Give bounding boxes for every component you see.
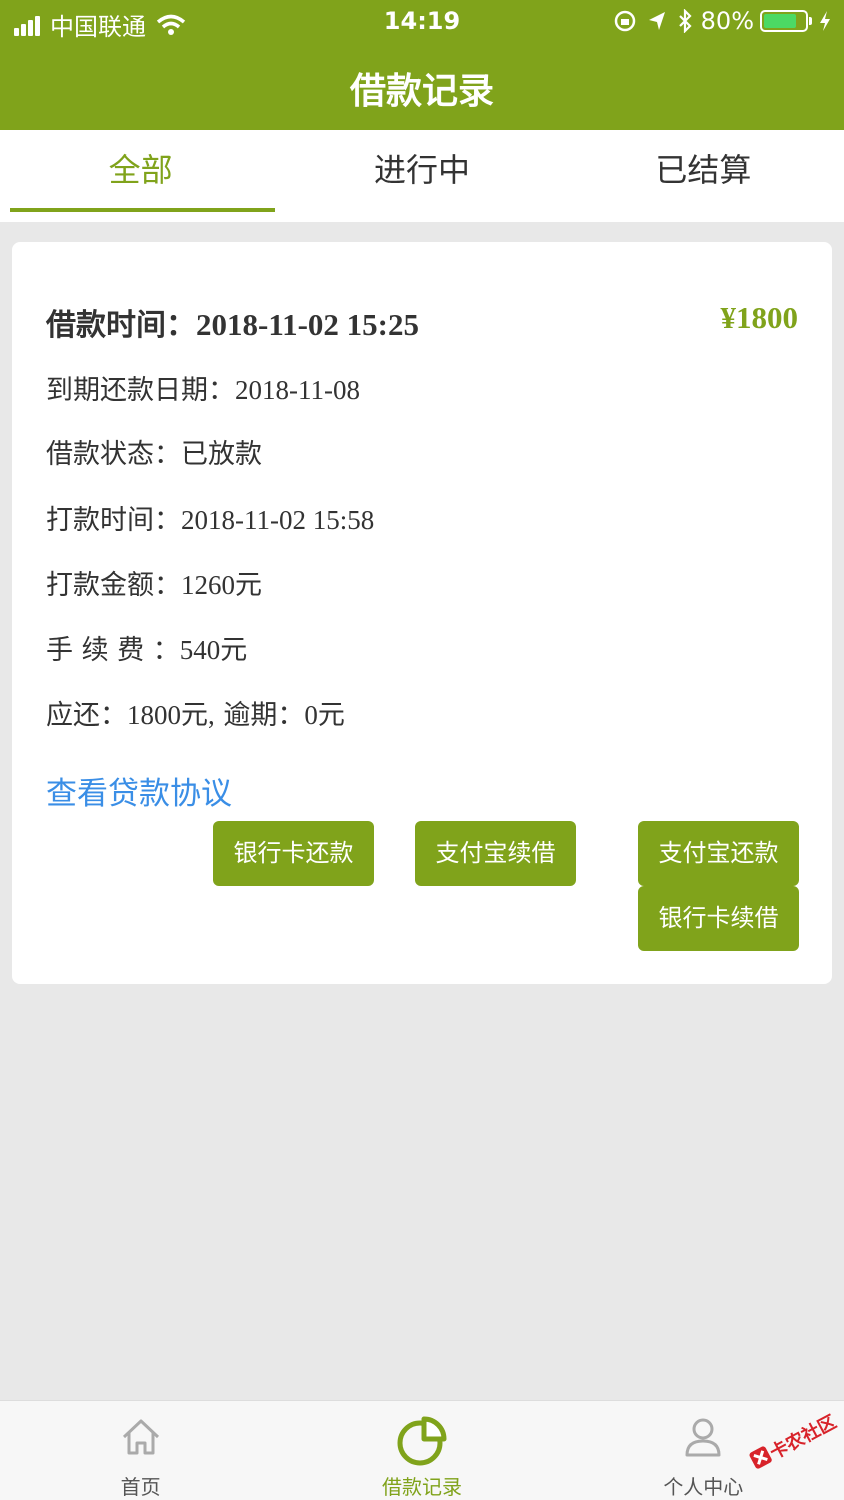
due-date-row: 到期还款日期：2018-11-08 <box>46 368 360 407</box>
filter-tabs: 全部 进行中 已结算 <box>0 130 844 222</box>
loan-status-label: 借款状态： <box>46 439 181 470</box>
borrow-time-label: 借款时间： <box>46 308 196 343</box>
home-icon <box>122 1419 159 1455</box>
fee-label: 手 续 费 ： <box>46 635 180 666</box>
tabbar-item-loan-records[interactable]: 借款记录 <box>281 1401 562 1500</box>
alipay-repay-button[interactable]: 支付宝还款 <box>638 821 799 886</box>
battery-icon <box>760 10 812 32</box>
tabbar-label-home: 首页 <box>120 1475 161 1499</box>
loan-status-value: 已放款 <box>181 439 262 470</box>
payout-amount-label: 打款金额： <box>46 570 181 601</box>
due-date-value: 2018-11-08 <box>235 375 360 405</box>
payout-amount-value: 1260元 <box>181 570 262 600</box>
overdue-label: 逾期： <box>223 700 305 731</box>
payout-amount-row: 打款金额：1260元 <box>46 563 262 602</box>
fee-row: 手 续 费 ：540元 <box>46 628 247 667</box>
due-amount-value: 1800元, <box>127 700 215 730</box>
repayment-row: 应还：1800元, 逾期：0元 <box>46 693 345 732</box>
battery-percent: 80% <box>700 7 754 35</box>
loan-amount: ¥1800 <box>720 300 799 335</box>
payout-time-row: 打款时间：2018-11-02 15:58 <box>46 498 374 537</box>
tab-in-progress[interactable]: 进行中 <box>281 130 562 222</box>
tabbar-label-loan-records: 借款记录 <box>381 1475 462 1499</box>
charging-icon <box>820 11 830 31</box>
bank-card-renew-button[interactable]: 银行卡续借 <box>638 886 799 951</box>
tab-settled[interactable]: 已结算 <box>563 130 844 222</box>
due-amount-label: 应还： <box>46 700 127 731</box>
watermark-text: 卡农社区 <box>766 1411 840 1464</box>
bluetooth-icon <box>678 9 692 33</box>
status-bar: 中国联通 14:19 80% <box>0 0 844 44</box>
payout-time-value: 2018-11-02 15:58 <box>181 505 375 535</box>
borrow-time-value: 2018-11-02 15:25 <box>196 307 420 342</box>
pie-chart-icon <box>397 1416 447 1466</box>
payout-time-label: 打款时间： <box>46 505 181 536</box>
overdue-value: 0元 <box>304 700 345 730</box>
tabbar-item-home[interactable]: 首页 <box>0 1401 281 1500</box>
view-agreement-link[interactable]: 查看贷款协议 <box>46 768 232 813</box>
tab-all[interactable]: 全部 <box>0 130 281 222</box>
watermark-logo: 卡农社区 <box>749 1411 840 1469</box>
bottom-tab-bar: 首页 借款记录 个人中心 <box>0 1400 844 1500</box>
alipay-renew-button[interactable]: 支付宝续借 <box>415 821 576 886</box>
rotation-lock-icon <box>614 10 635 32</box>
app-header: 中国联通 14:19 80% 借款记录 <box>0 0 844 130</box>
location-icon <box>648 12 665 30</box>
user-icon <box>685 1418 721 1457</box>
loan-record-card: 借款时间：2018-11-02 15:25 ¥1800 到期还款日期：2018-… <box>12 242 832 984</box>
page-title: 借款记录 <box>349 71 494 112</box>
due-date-label: 到期还款日期： <box>46 375 235 406</box>
fee-value: 540元 <box>179 635 248 665</box>
bank-card-repay-button[interactable]: 银行卡还款 <box>213 821 374 886</box>
loan-status-row: 借款状态：已放款 <box>46 432 262 471</box>
borrow-time-row: 借款时间：2018-11-02 15:25 <box>46 300 419 344</box>
